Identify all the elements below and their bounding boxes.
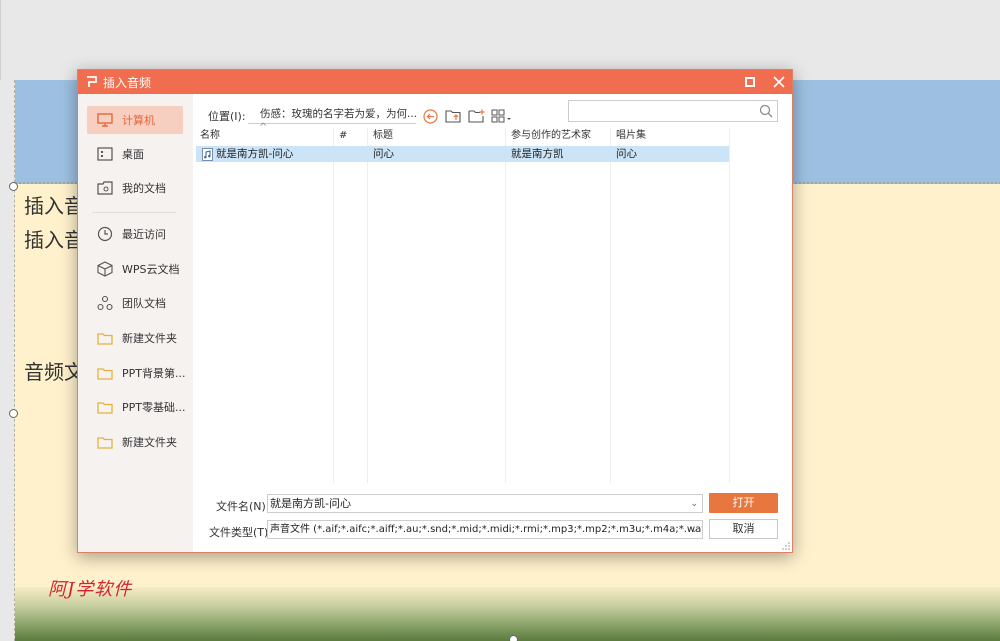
file-artist: 就是南方凯 [511, 148, 564, 160]
slide-text-line[interactable]: 音频文 [24, 356, 84, 385]
folder-icon [97, 434, 113, 450]
sidebar-item-label: WPS云文档 [122, 263, 180, 276]
sidebar-item-label: 计算机 [122, 114, 155, 127]
resize-grip-icon[interactable] [782, 542, 790, 550]
search-input[interactable] [568, 100, 778, 122]
sidebar-divider [92, 212, 176, 213]
folder-icon [97, 399, 113, 415]
sidebar-item-computer[interactable]: 计算机 [87, 106, 183, 134]
watermark-text: 阿J学软件 [48, 579, 133, 600]
grid-view-icon [491, 109, 511, 123]
filename-value: 就是南方凯-问心 [270, 497, 351, 510]
new-folder-button[interactable] [467, 108, 485, 124]
maximize-button[interactable] [743, 75, 757, 89]
sidebar-item-team[interactable]: 团队文档 [87, 289, 183, 317]
slide-grass-band [15, 587, 1000, 641]
table-row[interactable]: 就是南方凯-问心 问心 就是南方凯 问心 [196, 146, 729, 162]
cube-icon [97, 261, 113, 277]
sidebar-item-folder[interactable]: 新建文件夹 [87, 324, 183, 352]
new-folder-icon [467, 109, 484, 123]
column-header-artist[interactable]: 参与创作的艺术家 [507, 128, 610, 144]
desktop-icon [97, 146, 113, 162]
sidebar-item-wps-cloud[interactable]: WPS云文档 [87, 255, 183, 283]
filetype-label: 文件类型(T): [209, 526, 273, 539]
back-arrow-icon [422, 108, 438, 124]
up-folder-button[interactable] [444, 108, 462, 124]
clock-icon [97, 226, 113, 242]
location-label: 位置(I): [208, 110, 246, 123]
slide-text-line[interactable]: 插入音 [24, 224, 84, 253]
column-divider [729, 128, 730, 483]
column-divider [367, 128, 368, 483]
my-documents-icon [97, 180, 113, 196]
filetype-select[interactable]: 声音文件 (*.aif;*.aifc;*.aiff;*.au;*.snd;*.m… [267, 520, 703, 539]
resize-handle[interactable] [9, 182, 18, 191]
column-divider [333, 128, 334, 483]
sidebar-item-my-documents[interactable]: 我的文档 [87, 174, 183, 202]
close-icon [773, 76, 785, 88]
folder-up-icon [444, 110, 461, 123]
sidebar-item-desktop[interactable]: 桌面 [87, 140, 183, 168]
location-value: 伤感：玫瑰的名字若为爱，为何... [260, 108, 416, 120]
resize-handle[interactable] [509, 635, 518, 641]
file-name: 就是南方凯-问心 [216, 148, 294, 160]
audio-file-icon [202, 147, 213, 161]
computer-icon [97, 112, 113, 128]
file-title: 问心 [373, 148, 394, 160]
column-header-name[interactable]: 名称 [196, 128, 333, 144]
view-mode-button[interactable] [491, 108, 513, 124]
sidebar-item-label: 最近访问 [122, 228, 166, 241]
sidebar-item-label: PPT零基础... [122, 401, 186, 414]
workspace-background [0, 0, 1000, 80]
cancel-button[interactable]: 取消 [709, 519, 778, 539]
column-header-title[interactable]: 标题 [369, 128, 505, 144]
sidebar-item-label: PPT背景第... [122, 367, 186, 380]
sidebar-item-folder[interactable]: PPT零基础... [87, 393, 186, 421]
dialog-titlebar[interactable]: 插入音频 [78, 70, 792, 94]
column-divider [610, 128, 611, 483]
folder-icon [97, 330, 113, 346]
column-header-number[interactable]: # [335, 128, 367, 144]
chevron-down-icon[interactable]: ⌄ [690, 522, 698, 538]
resize-handle[interactable] [9, 409, 18, 418]
file-name-cell: 就是南方凯-问心 [198, 146, 293, 162]
column-header-album[interactable]: 唱片集 [612, 128, 729, 144]
location-dropdown[interactable]: 伤感：玫瑰的名字若为爱，为何... [248, 104, 416, 124]
filename-label: 文件名(N): [216, 500, 270, 513]
chevron-down-icon[interactable]: ⌄ [690, 496, 698, 513]
column-divider [505, 128, 506, 483]
sidebar-item-recent[interactable]: 最近访问 [87, 220, 183, 248]
slide-text-line[interactable]: 插入音 [24, 190, 84, 219]
sidebar-item-folder[interactable]: PPT背景第... [87, 359, 186, 387]
filetype-value: 声音文件 (*.aif;*.aifc;*.aiff;*.au;*.snd;*.m… [270, 524, 702, 535]
sidebar-item-label: 桌面 [122, 148, 144, 161]
wps-logo-icon [87, 76, 97, 87]
sidebar-item-label: 新建文件夹 [122, 436, 177, 449]
insert-audio-dialog: 插入音频 计算机 桌面 我的文档 最近访问 WPS云文档 团队文档 新建文件夹 … [77, 69, 793, 553]
sidebar-item-label: 团队文档 [122, 297, 166, 310]
filename-field[interactable]: 就是南方凯-问心 ⌄ [267, 494, 703, 513]
sidebar-item-folder[interactable]: 新建文件夹 [87, 428, 183, 456]
dialog-title: 插入音频 [103, 76, 152, 90]
team-icon [97, 295, 113, 311]
back-button[interactable] [421, 108, 439, 124]
open-button[interactable]: 打开 [709, 493, 778, 513]
search-icon [759, 104, 773, 118]
file-list[interactable]: ^ 名称 # 标题 参与创作的艺术家 唱片集 就是南方凯-问心 问心 就是南方凯… [196, 122, 781, 483]
maximize-icon [745, 77, 755, 87]
close-button[interactable] [770, 73, 788, 91]
places-sidebar: 计算机 桌面 我的文档 最近访问 WPS云文档 团队文档 新建文件夹 PPT背景… [78, 94, 193, 552]
sidebar-item-label: 新建文件夹 [122, 332, 177, 345]
file-number [335, 146, 339, 162]
folder-icon [97, 365, 113, 381]
file-album: 问心 [616, 148, 637, 160]
sidebar-item-label: 我的文档 [122, 182, 166, 195]
